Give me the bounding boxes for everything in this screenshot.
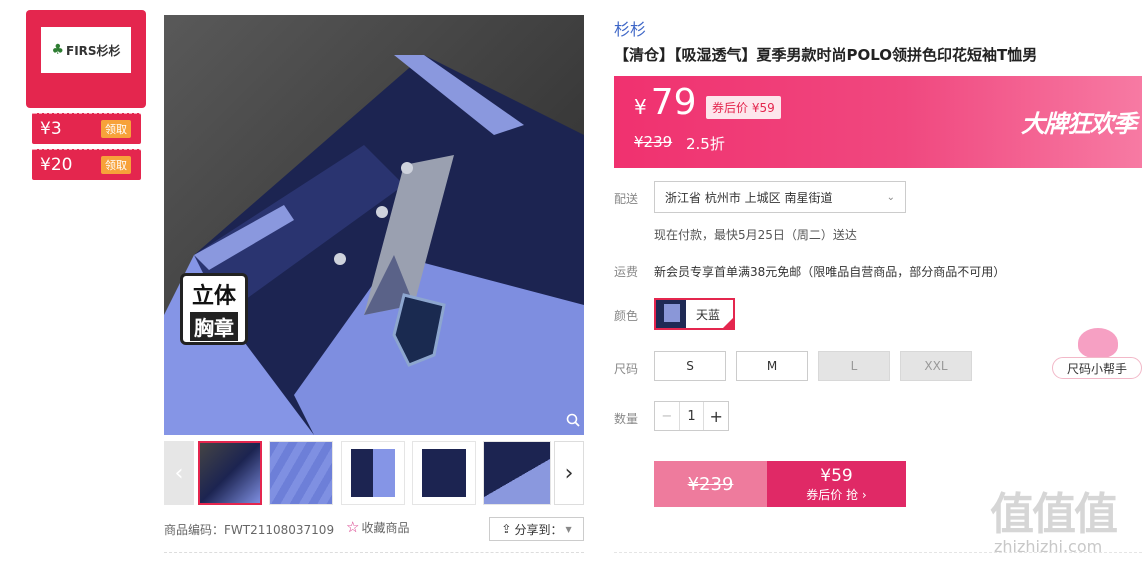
size-option-l: L xyxy=(818,351,890,381)
after-coupon-tag: 券后价 ¥59 xyxy=(706,96,781,119)
original-price-button[interactable]: ¥239 xyxy=(654,461,767,507)
address-value: 浙江省 杭州市 上城区 南星街道 xyxy=(665,190,833,205)
color-label: 颜色 xyxy=(614,309,639,323)
tree-logo-icon: ♣ xyxy=(51,42,64,58)
chevron-down-icon: ⌄ xyxy=(886,191,895,203)
check-icon xyxy=(722,317,733,328)
main-product-image[interactable]: 立体 胸章 xyxy=(164,15,584,435)
address-select[interactable]: 浙江省 杭州市 上城区 南星街道 ⌄ xyxy=(654,181,906,213)
watermark-site: zhizhizhi.com xyxy=(994,537,1103,556)
size-option-m[interactable]: M xyxy=(736,351,808,381)
chevron-left-icon: ‹ xyxy=(174,460,184,486)
badge-line2: 胸章 xyxy=(190,311,238,341)
zoom-icon[interactable] xyxy=(566,413,580,431)
store-logo-text: FIRS杉杉 xyxy=(66,43,121,58)
product-code: 商品编码：FWT21108037109 xyxy=(164,523,335,537)
store-card[interactable]: ♣ FIRS杉杉 xyxy=(26,10,146,108)
thumbs-prev-button[interactable]: ‹ xyxy=(164,441,194,505)
watermark-logo: 值值值 xyxy=(990,489,1118,540)
current-price: ¥79 xyxy=(634,82,697,123)
buy-price: ¥59 xyxy=(820,465,853,486)
chevron-right-icon: › xyxy=(564,460,574,486)
share-button[interactable]: ⇪ 分享到： ▼ xyxy=(489,517,584,541)
badge-line1: 立体 xyxy=(191,283,236,309)
color-option-selected[interactable]: 天蓝 xyxy=(654,298,735,330)
discount-rate: 2.5折 xyxy=(686,135,725,153)
polo-shirt-illustration xyxy=(164,55,584,435)
coupon-20[interactable]: ¥20 领取 xyxy=(32,149,141,180)
feature-badge: 立体 胸章 xyxy=(180,273,248,345)
price-banner: ¥79 券后价 ¥59 ¥239 2.5折 大牌狂欢季 xyxy=(614,76,1142,168)
delivery-note: 现在付款，最快5月25日（周二）送达 xyxy=(654,228,857,242)
divider xyxy=(164,552,584,553)
quantity-value[interactable]: 1 xyxy=(680,409,704,424)
thumbs-next-button[interactable]: › xyxy=(554,441,584,505)
freight-text: 新会员专享首单满38元免邮（限唯品自营商品，部分商品不可用） xyxy=(654,265,1006,279)
coupon-claim-button[interactable]: 领取 xyxy=(101,156,131,174)
caret-down-icon: ▼ xyxy=(565,524,572,534)
delivery-label: 配送 xyxy=(614,192,639,206)
share-icon: ⇪ xyxy=(501,522,512,536)
buy-action: 券后价 抢 › xyxy=(806,487,867,502)
thumbnail-3[interactable] xyxy=(341,441,405,505)
buy-with-coupon-button[interactable]: ¥59 券后价 抢 › xyxy=(767,461,906,507)
brand-link[interactable]: 杉杉 xyxy=(614,16,646,40)
original-price: ¥239 xyxy=(634,133,673,151)
quantity-label: 数量 xyxy=(614,412,639,426)
size-option-xxl: XXL xyxy=(900,351,972,381)
favorite-button[interactable]: ☆ 收藏商品 xyxy=(346,518,409,536)
favorite-label: 收藏商品 xyxy=(361,521,410,535)
mascot-icon xyxy=(1078,328,1118,358)
store-logo[interactable]: ♣ FIRS杉杉 xyxy=(41,27,131,73)
promo-banner-text: 大牌狂欢季 xyxy=(1021,110,1137,138)
size-helper-button[interactable]: 尺码小帮手 xyxy=(1052,357,1142,379)
thumbnail-2[interactable] xyxy=(269,441,333,505)
coupon-amount: ¥3 xyxy=(40,119,62,139)
thumbnail-5[interactable] xyxy=(483,441,551,505)
freight-label: 运费 xyxy=(614,265,639,279)
product-title: 【清仓】【吸湿透气】夏季男款时尚POLO领拼色印花短袖T恤男 xyxy=(614,46,1038,64)
coupon-3[interactable]: ¥3 领取 xyxy=(32,113,141,144)
color-swatch xyxy=(656,300,686,328)
coupon-amount: ¥20 xyxy=(40,155,73,175)
thumbnail-1[interactable] xyxy=(198,441,262,505)
coupon-claim-button[interactable]: 领取 xyxy=(101,120,131,138)
size-label: 尺码 xyxy=(614,362,639,376)
size-option-s[interactable]: S xyxy=(654,351,726,381)
quantity-minus-button[interactable]: − xyxy=(655,402,680,430)
quantity-stepper[interactable]: − 1 + xyxy=(654,401,729,431)
star-icon: ☆ xyxy=(346,518,360,536)
share-label: 分享到： xyxy=(514,522,563,537)
color-name: 天蓝 xyxy=(696,307,721,322)
thumbnail-4[interactable] xyxy=(412,441,476,505)
quantity-plus-button[interactable]: + xyxy=(703,402,728,430)
